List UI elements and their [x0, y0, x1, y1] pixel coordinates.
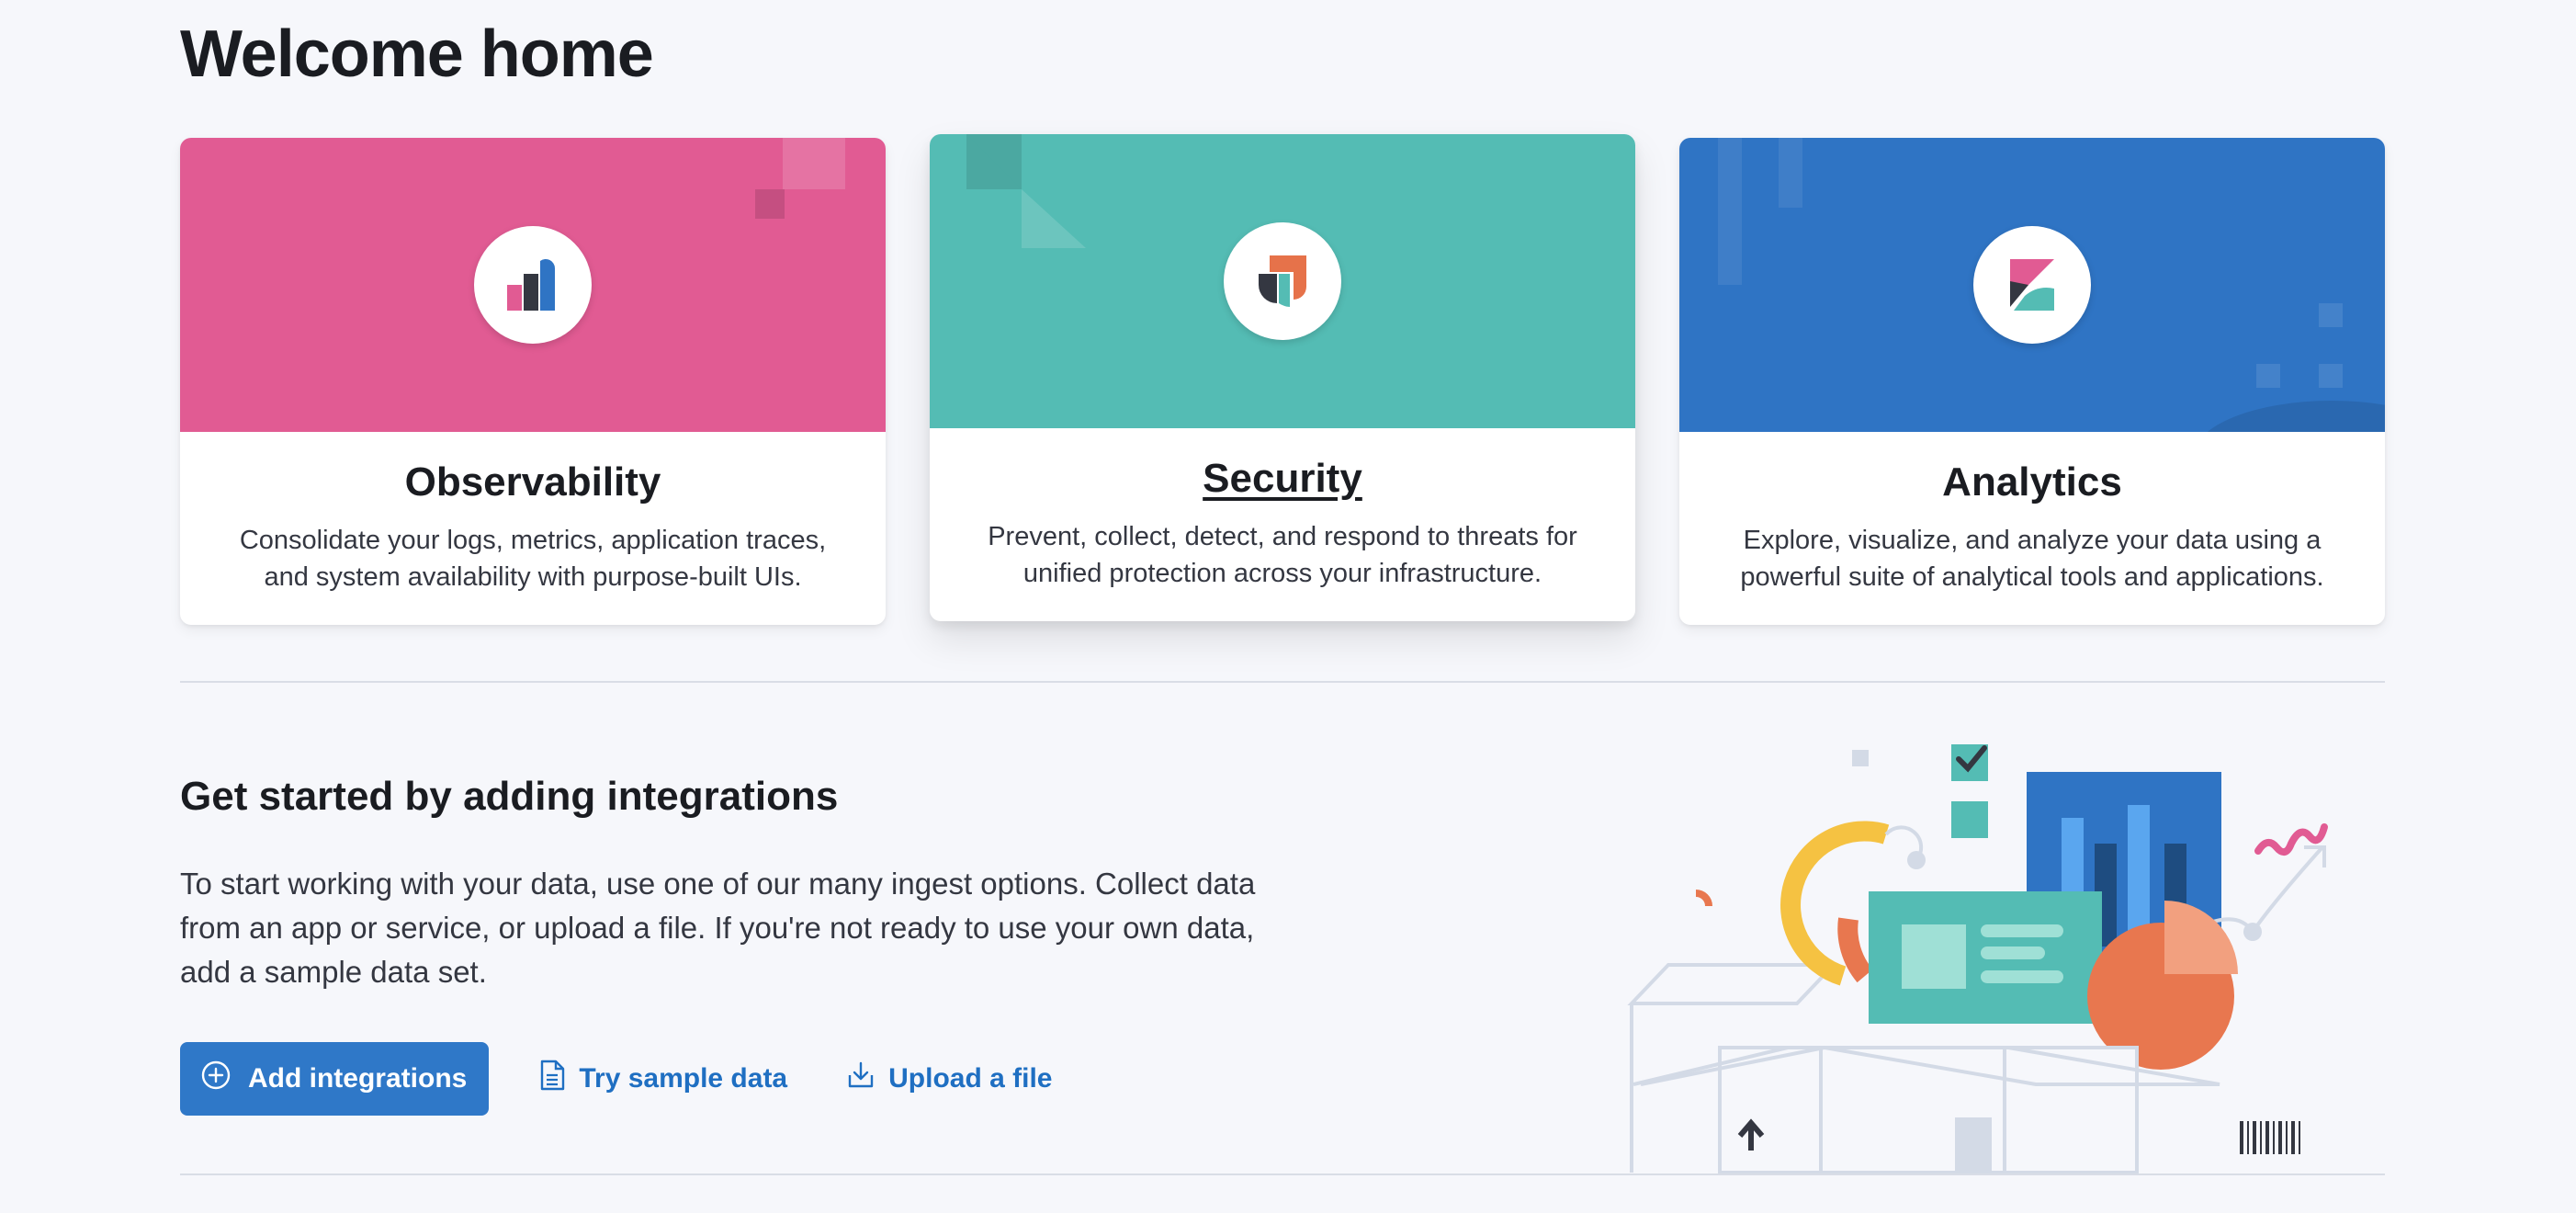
card-title: Observability	[404, 459, 661, 504]
document-icon	[538, 1060, 566, 1098]
kibana-logo-icon	[1973, 226, 2091, 344]
home-page: Welcome home Observability Consolidate y…	[180, 0, 2385, 1213]
card-description: Explore, visualize, and analyze your dat…	[1740, 526, 2324, 592]
integrations-illustration	[1627, 744, 2328, 1174]
integrations-description: To start working with your data, use one…	[180, 867, 1256, 989]
page-title: Welcome home	[180, 17, 654, 91]
integrations-title: Get started by adding integrations	[180, 774, 839, 819]
card-description: Consolidate your logs, metrics, applicat…	[239, 526, 827, 592]
divider	[180, 1173, 2385, 1175]
security-card[interactable]: Security Prevent, collect, detect, and r…	[930, 134, 1635, 621]
card-title: Analytics	[1942, 459, 2122, 504]
add-integrations-label: Add integrations	[248, 1063, 468, 1094]
card-title[interactable]: Security	[930, 456, 1635, 502]
solution-cards: Observability Consolidate your logs, met…	[180, 134, 2385, 625]
security-logo-icon	[1224, 222, 1341, 340]
import-icon	[846, 1060, 876, 1097]
observability-card[interactable]: Observability Consolidate your logs, met…	[180, 138, 886, 625]
upload-file-label: Upload a file	[888, 1063, 1053, 1094]
upload-file-link[interactable]: Upload a file	[841, 1060, 1057, 1097]
try-sample-data-label: Try sample data	[579, 1063, 788, 1094]
observability-logo-icon	[474, 226, 592, 344]
analytics-card[interactable]: Analytics Explore, visualize, and analyz…	[1679, 138, 2385, 625]
plus-circle-icon	[200, 1060, 232, 1098]
add-integrations-button[interactable]: Add integrations	[180, 1042, 490, 1116]
integrations-actions: Add integrations Try sample data Upload …	[180, 1042, 1057, 1116]
try-sample-data-link[interactable]: Try sample data	[533, 1060, 793, 1098]
divider	[180, 681, 2385, 683]
card-description: Prevent, collect, detect, and respond to…	[988, 522, 1577, 588]
